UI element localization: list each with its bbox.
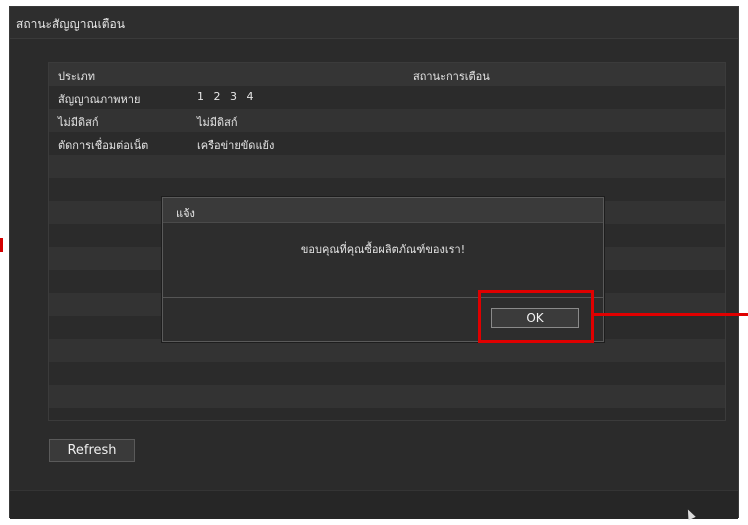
- header-status: สถานะการเตือน: [413, 70, 490, 83]
- row-type: ไม่มีดิสก์: [58, 116, 99, 129]
- table-row[interactable]: สัญญาณภาพหาย 1 2 3 4: [49, 86, 725, 109]
- bottom-bar: [10, 490, 738, 519]
- dialog-title: แจ้ง: [176, 207, 195, 220]
- table-row[interactable]: ตัดการเชื่อมต่อเน็ต เครือข่ายขัดแย้ง: [49, 132, 725, 155]
- annotation-highlight-box: [478, 290, 594, 343]
- channel-number: 1: [197, 90, 204, 103]
- row-type: ตัดการเชื่อมต่อเน็ต: [58, 139, 149, 152]
- annotation-pointer-line: [594, 313, 748, 316]
- table-row[interactable]: ไม่มีดิสก์ ไม่มีดิสก์: [49, 109, 725, 132]
- table-header-row: ประเภท สถานะการเตือน: [49, 63, 725, 86]
- channel-number: 4: [246, 90, 254, 103]
- screen: สถานะสัญญาณเตือน ประเภท สถานะการเตือน สั…: [0, 0, 748, 525]
- table-row-empty: [49, 339, 725, 362]
- channel-number: 2: [213, 90, 221, 103]
- row-channels: 1 2 3 4: [197, 90, 260, 103]
- header-type: ประเภท: [58, 70, 96, 83]
- window-titlebar: สถานะสัญญาณเตือน: [10, 7, 738, 39]
- row-type: สัญญาณภาพหาย: [58, 93, 141, 106]
- red-edge-mark: [0, 238, 3, 252]
- table-row-empty: [49, 385, 725, 408]
- refresh-button[interactable]: Refresh: [49, 439, 135, 462]
- dialog-message: ขอบคุณที่คุณซื้อผลิตภัณฑ์ของเรา!: [300, 243, 466, 256]
- dialog-titlebar: แจ้ง: [163, 198, 603, 223]
- row-status: เครือข่ายขัดแย้ง: [197, 139, 275, 152]
- table-row-empty: [49, 362, 725, 385]
- table-row-empty: [49, 155, 725, 178]
- row-status: ไม่มีดิสก์: [197, 116, 238, 129]
- window-title: สถานะสัญญาณเตือน: [16, 17, 125, 31]
- channel-number: 3: [230, 90, 237, 103]
